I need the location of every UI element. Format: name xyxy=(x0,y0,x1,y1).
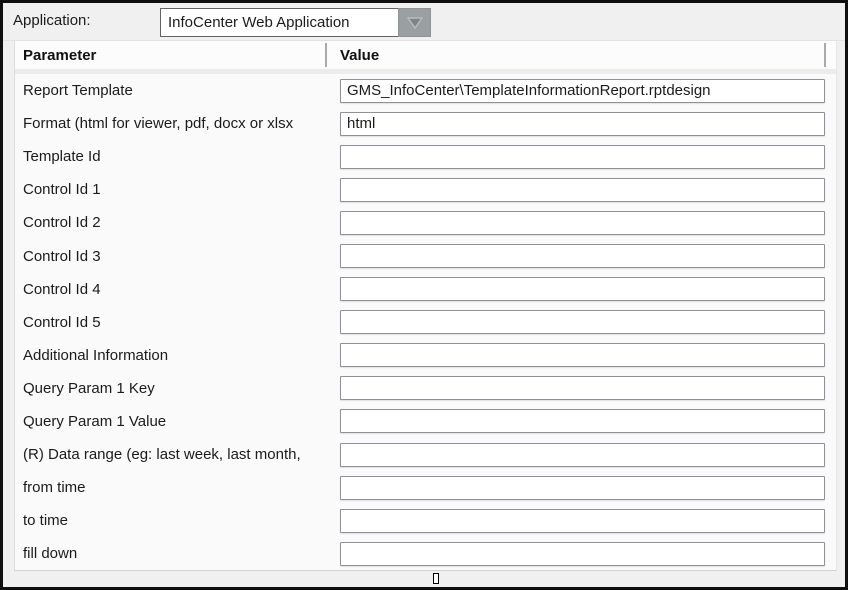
table-row: Control Id 4 xyxy=(15,273,836,306)
parameter-value-input[interactable] xyxy=(340,145,825,169)
table-row: Control Id 3 xyxy=(15,239,836,272)
parameter-name-label: Control Id 1 xyxy=(23,181,340,198)
bottom-strip xyxy=(3,571,845,587)
column-separator xyxy=(325,43,327,67)
parameter-name-label: Control Id 5 xyxy=(23,314,340,331)
parameter-value-input[interactable] xyxy=(340,79,825,103)
parameter-value-input[interactable] xyxy=(340,310,825,334)
parameter-name-label: Control Id 4 xyxy=(23,281,340,298)
parameter-value-input[interactable] xyxy=(340,542,825,566)
table-row: Control Id 5 xyxy=(15,306,836,339)
parameter-name-label: Query Param 1 Value xyxy=(23,413,340,430)
parameter-value-input[interactable] xyxy=(340,178,825,202)
column-separator xyxy=(824,43,826,67)
table-row: Report Template xyxy=(15,74,836,107)
parameter-name-label: to time xyxy=(23,512,340,529)
parameter-name-label: Report Template xyxy=(23,82,340,99)
application-dropdown-button[interactable] xyxy=(398,8,431,37)
application-bar: Application: InfoCenter Web Application xyxy=(3,3,845,41)
application-label: Application: xyxy=(13,12,91,29)
column-header-value: Value xyxy=(340,47,379,64)
parameter-editor-window: Application: InfoCenter Web Application … xyxy=(0,0,848,590)
parameter-name-label: Template Id xyxy=(23,148,340,165)
table-row: fill down xyxy=(15,537,836,570)
parameter-name-label: Format (html for viewer, pdf, docx or xl… xyxy=(23,115,340,132)
application-dropdown-value[interactable]: InfoCenter Web Application xyxy=(160,8,398,37)
column-header-parameter: Parameter xyxy=(23,47,340,64)
table-row: Control Id 2 xyxy=(15,206,836,239)
table-row: Query Param 1 Value xyxy=(15,405,836,438)
table-row: Format (html for viewer, pdf, docx or xl… xyxy=(15,107,836,140)
dropdown-arrow-icon xyxy=(406,16,424,30)
application-dropdown[interactable]: InfoCenter Web Application xyxy=(160,8,431,37)
parameter-name-label: (R) Data range (eg: last week, last mont… xyxy=(23,446,340,463)
table-row: to time xyxy=(15,504,836,537)
parameter-name-label: fill down xyxy=(23,545,340,562)
parameter-name-label: Control Id 2 xyxy=(23,214,340,231)
caret-marker xyxy=(433,573,439,584)
parameter-name-label: from time xyxy=(23,479,340,496)
table-row: (R) Data range (eg: last week, last mont… xyxy=(15,438,836,471)
table-row: Additional Information xyxy=(15,339,836,372)
parameter-value-input[interactable] xyxy=(340,443,825,467)
table-row: Template Id xyxy=(15,140,836,173)
parameter-name-label: Query Param 1 Key xyxy=(23,380,340,397)
parameter-table: Parameter Value Report Template Format (… xyxy=(14,41,837,571)
parameter-value-input[interactable] xyxy=(340,476,825,500)
parameter-name-label: Additional Information xyxy=(23,347,340,364)
table-row: Query Param 1 Key xyxy=(15,372,836,405)
parameter-value-input[interactable] xyxy=(340,376,825,400)
parameter-value-input[interactable] xyxy=(340,244,825,268)
table-row: Control Id 1 xyxy=(15,173,836,206)
parameter-value-input[interactable] xyxy=(340,277,825,301)
parameter-name-label: Control Id 3 xyxy=(23,248,340,265)
parameter-value-input[interactable] xyxy=(340,509,825,533)
table-header-row: Parameter Value xyxy=(15,41,836,69)
parameter-value-input[interactable] xyxy=(340,211,825,235)
parameter-rows: Report Template Format (html for viewer,… xyxy=(15,74,836,570)
parameter-value-input[interactable] xyxy=(340,343,825,367)
parameter-value-input[interactable] xyxy=(340,112,825,136)
table-row: from time xyxy=(15,471,836,504)
parameter-value-input[interactable] xyxy=(340,409,825,433)
